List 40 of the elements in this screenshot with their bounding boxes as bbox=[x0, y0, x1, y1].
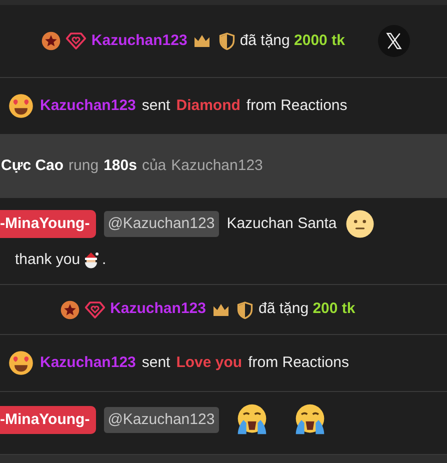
level-name: Cực Cao bbox=[1, 156, 64, 176]
reaction-text: from Reactions bbox=[246, 96, 348, 116]
username: Kazuchan123 bbox=[91, 32, 188, 50]
username: Kazuchan123 bbox=[40, 96, 136, 116]
message-text: Kazuchan Santa bbox=[226, 214, 337, 234]
reaction-text: sent bbox=[142, 96, 170, 116]
gift-amount: 200 bbox=[312, 300, 338, 318]
shield-icon bbox=[218, 32, 236, 50]
username: Kazuchan123 bbox=[40, 352, 136, 373]
message-text: . bbox=[102, 250, 106, 270]
message-text: thank you bbox=[15, 250, 80, 270]
duration: 180s bbox=[104, 156, 137, 176]
author-badge: -MinaYoung- bbox=[0, 406, 96, 434]
gift-amount: 2000 bbox=[294, 32, 328, 50]
heart-gem-icon bbox=[65, 31, 88, 52]
username: Kazuchan123 bbox=[171, 156, 263, 176]
reaction-name: Diamond bbox=[176, 96, 240, 116]
star-badge-icon bbox=[60, 300, 80, 320]
vibration-text: rung bbox=[68, 156, 99, 176]
star-badge-icon bbox=[41, 31, 62, 52]
mention: @Kazuchan123 bbox=[104, 210, 219, 238]
smiley-face-icon bbox=[344, 209, 375, 239]
close-button[interactable] bbox=[378, 25, 410, 57]
gift-unit: tk bbox=[332, 32, 345, 50]
username: Kazuchan123 bbox=[110, 300, 206, 318]
gift-text: đã tặng bbox=[240, 32, 290, 50]
reaction-text: from Reactions bbox=[248, 352, 349, 373]
reaction-text: sent bbox=[142, 352, 170, 373]
heart-eyes-emoji-icon bbox=[8, 93, 34, 119]
santa-icon bbox=[82, 251, 100, 269]
heart-gem-icon bbox=[84, 300, 106, 320]
heart-eyes-emoji-icon bbox=[8, 350, 34, 376]
mention: @Kazuchan123 bbox=[104, 406, 219, 434]
close-icon bbox=[384, 31, 404, 51]
reaction-name: Love you bbox=[176, 352, 242, 373]
author-badge: -MinaYoung- bbox=[0, 210, 96, 238]
shield-icon bbox=[236, 300, 254, 319]
gift-unit: tk bbox=[342, 300, 356, 318]
vibration-text: của bbox=[142, 156, 166, 176]
gift-text: đã tặng bbox=[258, 300, 309, 318]
